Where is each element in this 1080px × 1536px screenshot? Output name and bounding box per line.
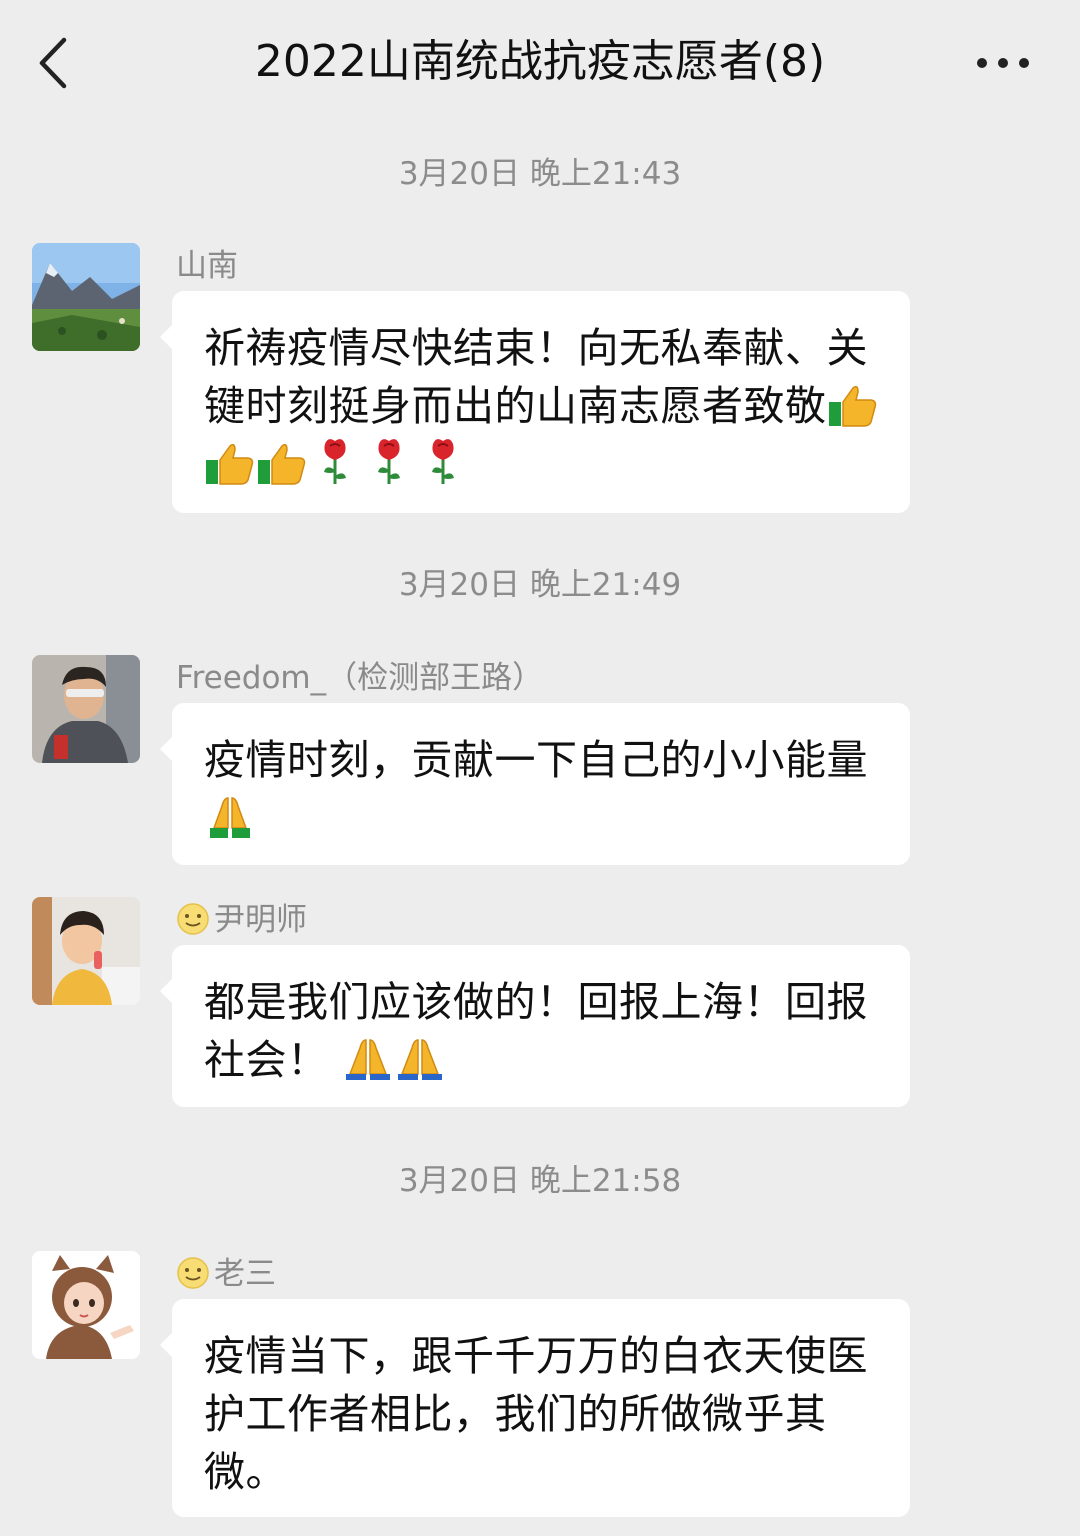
pray-icon [346, 1039, 391, 1080]
message-text: 祈祷疫情尽快结束！向无私奉献、关键时刻挺身而出的山南志愿者致敬 [204, 324, 868, 430]
rose-icon [324, 439, 346, 484]
thumbs-up-icon [206, 443, 254, 485]
avatar[interactable] [32, 243, 140, 351]
message-bubble[interactable]: 都是我们应该做的！回报上海！回报社会！ [160, 945, 910, 1107]
avatar[interactable] [32, 1251, 140, 1359]
message-text: 疫情时刻，贡献一下自己的小小能量 [204, 736, 868, 784]
nav-bar: 2022山南统战抗疫志愿者(8) [0, 0, 1080, 125]
sender-name-text: 老三 [214, 1256, 276, 1292]
sender-name: Freedom_（检测部王路） [176, 660, 544, 696]
message-bubble[interactable]: 祈祷疫情尽快结束！向无私奉献、关键时刻挺身而出的山南志愿者致敬 [160, 291, 910, 513]
chevron-left-icon [39, 37, 67, 89]
message-emojis [204, 794, 256, 842]
more-button[interactable] [968, 40, 1038, 86]
sender-name: 山南 [176, 248, 238, 284]
thumbs-up-icon [258, 443, 306, 485]
sender-name: 尹明师 [176, 899, 307, 941]
smiley-icon [177, 902, 209, 935]
message-text: 都是我们应该做的！回报上海！回报社会！ [204, 978, 868, 1084]
pray-icon [398, 1039, 443, 1080]
back-button[interactable] [30, 30, 80, 96]
message-bubble[interactable]: 疫情时刻，贡献一下自己的小小能量 [160, 703, 910, 865]
timestamp: 3月20日 晚上21:49 [398, 567, 682, 603]
avatar[interactable] [32, 897, 140, 1005]
sender-name-text: 尹明师 [214, 902, 307, 938]
smiley-icon [177, 1256, 209, 1289]
message-text: 疫情当下，跟千千万万的白衣天使医护工作者相比，我们的所做微乎其微。 [204, 1332, 868, 1496]
pray-icon [210, 797, 250, 838]
timestamp: 3月20日 晚上21:43 [398, 156, 682, 192]
message-emojis [342, 1036, 446, 1084]
message-bubble[interactable]: 疫情当下，跟千千万万的白衣天使医护工作者相比，我们的所做微乎其微。 [160, 1299, 910, 1517]
ellipsis-icon [977, 58, 1029, 68]
rose-icon [378, 439, 400, 484]
avatar[interactable] [32, 655, 140, 763]
rose-icon [432, 439, 454, 484]
timestamp: 3月20日 晚上21:58 [398, 1163, 682, 1199]
thumbs-up-icon [828, 385, 876, 427]
sender-name: 老三 [176, 1253, 276, 1295]
chat-title: 2022山南统战抗疫志愿者(8) [254, 36, 826, 87]
